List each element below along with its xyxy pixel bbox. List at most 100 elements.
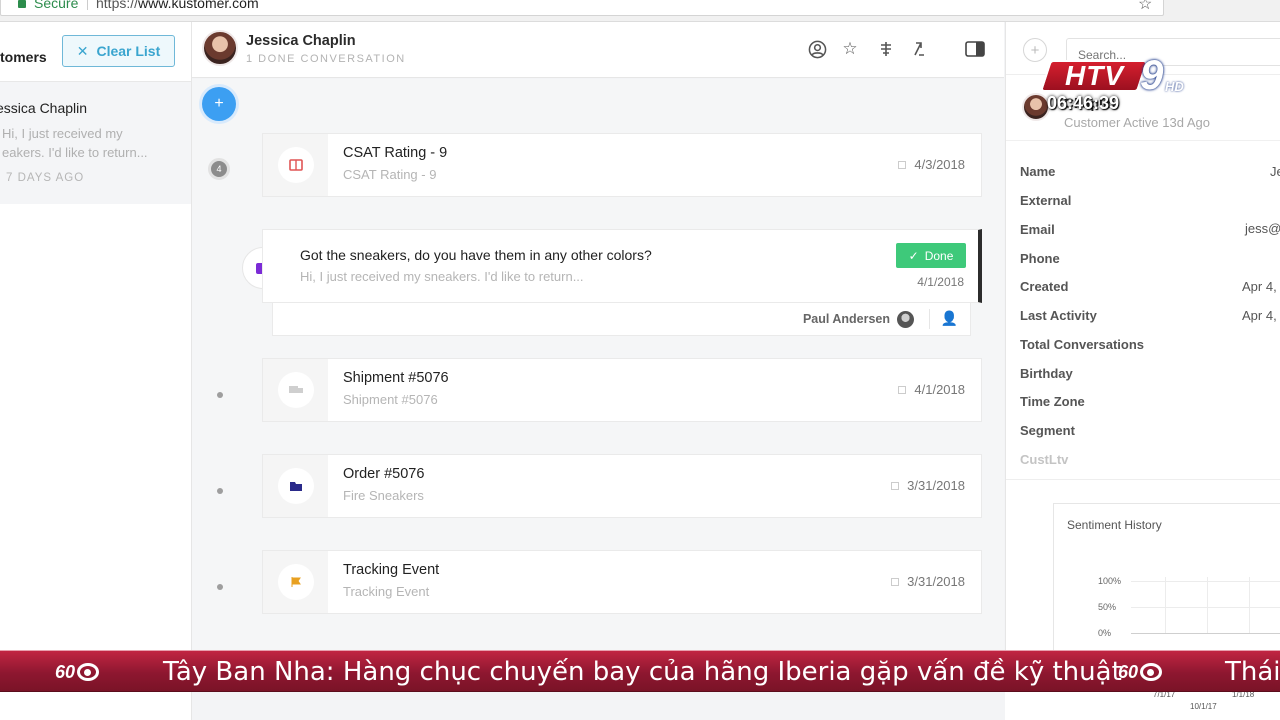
- card-date: 4/3/2018: [898, 157, 965, 172]
- assign-user-icon[interactable]: 👤: [941, 310, 958, 327]
- card-subtitle: Tracking Event: [343, 584, 430, 599]
- grid-line: [1131, 633, 1280, 634]
- left-panel-bottom: [0, 692, 192, 720]
- close-icon: ✕: [76, 42, 89, 59]
- conversation-timeline: + 4 CSAT Rating - 9 CSAT Rating - 9 4/3/…: [192, 79, 1004, 650]
- customer-avatar[interactable]: [202, 30, 238, 66]
- timeline-card-order[interactable]: Order #5076 Fire Sneakers 3/31/2018: [262, 454, 982, 518]
- user-circle-icon[interactable]: [806, 38, 828, 60]
- card-icon-area: [263, 551, 328, 613]
- url-text[interactable]: https://www.kustomer.com: [96, 0, 259, 11]
- conversation-footer: Paul Andersen 👤: [272, 303, 971, 336]
- truck-icon: [277, 372, 314, 408]
- conversation-date-text: 4/1/2018: [917, 275, 964, 289]
- customer-name[interactable]: Jessica Chaplin: [246, 33, 356, 49]
- timeline-count-badge: 4: [208, 158, 230, 180]
- card-subtitle: CSAT Rating - 9: [343, 167, 437, 182]
- attr-label: Last Activity: [1020, 308, 1097, 323]
- ticker-logo-text: 60: [1118, 661, 1139, 682]
- grid-line: [1207, 577, 1208, 633]
- attr-label: External: [1020, 193, 1072, 208]
- status-label: Done: [924, 248, 954, 263]
- lock-icon: [18, 0, 26, 8]
- card-date: 3/31/2018: [891, 574, 965, 589]
- ticker-logo: 60: [55, 660, 113, 684]
- card-subtitle: Fire Sneakers: [343, 488, 424, 503]
- browser-url-bar: Secure https://www.kustomer.com ☆: [0, 0, 1280, 22]
- broadcast-clock: 06:46:39: [1047, 93, 1120, 113]
- attr-value: jess@: [1245, 221, 1280, 236]
- attr-label: Created: [1020, 279, 1069, 294]
- channel-number: 9: [1140, 51, 1164, 98]
- csat-icon: [277, 147, 314, 183]
- grid-line: [1249, 577, 1250, 633]
- card-subtitle: Shipment #5076: [343, 392, 438, 407]
- ticker-logo-text: 60: [55, 661, 76, 682]
- calendar-icon: [891, 482, 900, 490]
- y-tick-label: 0%: [1098, 628, 1112, 638]
- merge-icon[interactable]: [875, 38, 897, 60]
- card-title: CSAT Rating - 9: [343, 145, 448, 161]
- folder-icon: [277, 468, 314, 504]
- card-date-text: 4/1/2018: [914, 382, 965, 397]
- bookmark-star-icon[interactable]: ☆: [1138, 0, 1152, 14]
- card-icon-area: [263, 359, 328, 421]
- status-badge[interactable]: ✓ Done: [896, 243, 966, 268]
- timeline-dot: [217, 584, 223, 590]
- grid-line: [1165, 577, 1166, 633]
- sidebar-toggle-icon[interactable]: [964, 38, 986, 60]
- customer-details-panel: + Chaplin Customer Active 13d Ago Name J…: [1005, 22, 1280, 653]
- sentiment-title: Sentiment History: [1067, 518, 1162, 532]
- x-tick-label: 10/1/17: [1190, 702, 1217, 711]
- card-title: Shipment #5076: [343, 370, 449, 386]
- attr-value: Apr 4,: [1242, 279, 1277, 294]
- transfer-icon[interactable]: [908, 38, 930, 60]
- timeline-card-tracking[interactable]: Tracking Event Tracking Event 3/31/2018: [262, 550, 982, 614]
- channel-name: HTV: [1064, 60, 1124, 91]
- add-event-button[interactable]: +: [202, 87, 236, 121]
- calendar-icon: [891, 578, 900, 586]
- news-ticker: 60 Tây Ban Nha: Hàng chục chuyến bay của…: [0, 650, 1280, 692]
- card-icon-area: [263, 455, 328, 517]
- agent-avatar: [897, 311, 914, 328]
- y-tick-label: 50%: [1098, 602, 1117, 612]
- list-item-time: 7 DAYS AGO: [6, 172, 85, 184]
- star-icon[interactable]: ☆: [839, 38, 861, 60]
- card-title: Order #5076: [343, 466, 425, 482]
- conversation-card[interactable]: Got the sneakers, do you have them in an…: [262, 229, 982, 303]
- checkmark-icon: ✓: [908, 248, 919, 263]
- panel-divider: [1006, 140, 1280, 141]
- calendar-icon: [898, 161, 907, 169]
- url-scheme: https://: [96, 0, 139, 11]
- attr-label: Segment: [1020, 423, 1075, 438]
- ticker-headline: Tây Ban Nha: Hàng chục chuyến bay của hã…: [163, 657, 1122, 687]
- timeline-dot: [217, 488, 223, 494]
- list-item-name: essica Chaplin: [0, 100, 88, 116]
- add-icon[interactable]: +: [1023, 38, 1047, 62]
- attr-label: CustLtv: [1020, 452, 1069, 467]
- conversation-title: Got the sneakers, do you have them in an…: [300, 247, 652, 263]
- panel-divider: [1006, 479, 1280, 480]
- customer-activity-status: Customer Active 13d Ago: [1064, 115, 1210, 130]
- timeline-card-shipment[interactable]: Shipment #5076 Shipment #5076 4/1/2018: [262, 358, 982, 422]
- assigned-agent-name: Paul Andersen: [802, 312, 890, 326]
- url-host: www.kustomer.com: [138, 0, 259, 11]
- card-icon-area: [263, 134, 328, 196]
- clear-list-label: Clear List: [96, 43, 161, 59]
- customer-list-item[interactable]: essica Chaplin Hi, I just received my ea…: [0, 81, 191, 204]
- hd-badge: HD: [1165, 79, 1184, 94]
- url-divider: [87, 0, 88, 10]
- attr-value: Apr 4,: [1242, 308, 1277, 323]
- attr-label: Birthday: [1020, 366, 1073, 381]
- footer-divider: [929, 309, 930, 329]
- ticker-logo-icon: [77, 663, 100, 681]
- grid-line: [1131, 607, 1280, 608]
- ticker-logo-icon: [1140, 663, 1163, 681]
- attr-value: Je: [1270, 164, 1280, 179]
- channel-name-plate: HTV: [1039, 60, 1149, 92]
- clear-list-button[interactable]: ✕ Clear List: [62, 35, 175, 67]
- list-item-preview: Hi, I just received my eakers. I'd like …: [2, 126, 148, 160]
- timeline-card-csat[interactable]: CSAT Rating - 9 CSAT Rating - 9 4/3/2018: [262, 133, 982, 197]
- conversation-date: 4/1/2018: [917, 275, 964, 289]
- lower-ui-strip: 7/1/17 10/1/17 1/1/18: [0, 690, 1280, 720]
